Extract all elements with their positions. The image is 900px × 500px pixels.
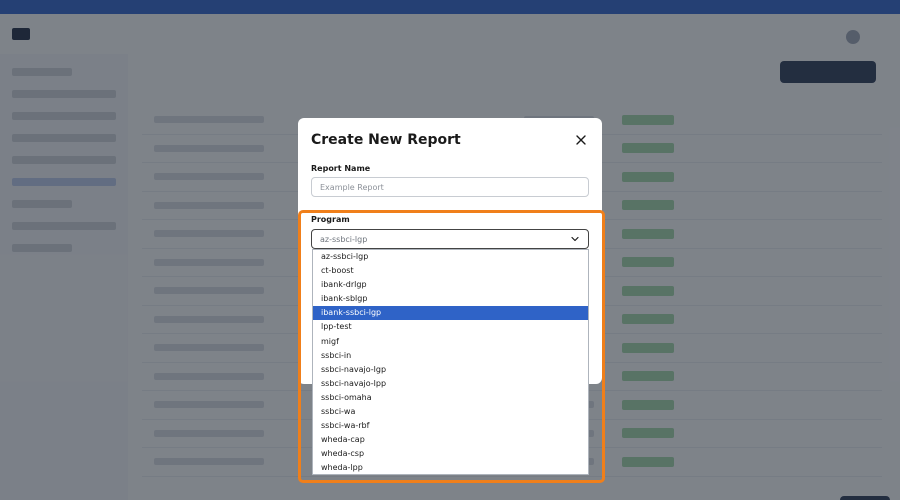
modal-title: Create New Report <box>311 132 461 148</box>
close-icon[interactable] <box>574 133 588 147</box>
report-name-label: Report Name <box>311 164 371 173</box>
highlight-outline <box>298 210 605 483</box>
report-name-input[interactable] <box>311 177 589 197</box>
